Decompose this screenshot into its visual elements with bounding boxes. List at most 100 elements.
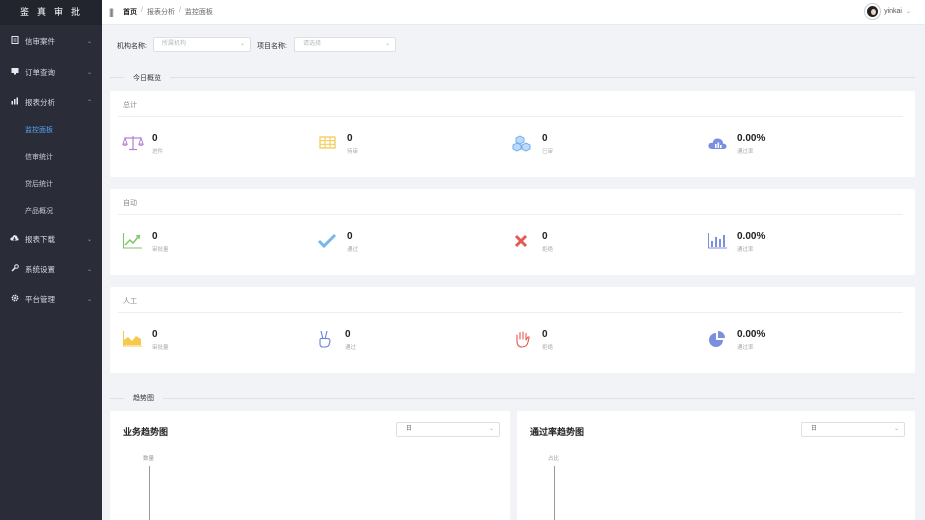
sidebar-item-label: 订单查询 xyxy=(25,67,55,77)
bar-chart-icon xyxy=(10,97,19,107)
stat-total-pending: 0 待审 xyxy=(317,133,358,155)
chevron-up-icon: ⌃ xyxy=(86,99,92,106)
stat-label: 审批量 xyxy=(152,345,169,351)
stat-value: 0 xyxy=(152,329,158,340)
stat-auto-passed: 0 通过 xyxy=(317,231,358,253)
username[interactable]: yinkai xyxy=(884,8,902,15)
breadcrumb-report-analysis[interactable]: 报表分析 xyxy=(147,7,175,17)
pass-rate-period-select[interactable]: 日 ⌄ xyxy=(801,422,905,437)
stat-value: 0 xyxy=(345,329,351,340)
sidebar-item-platform-management[interactable]: 平台管理 ⌄ xyxy=(0,289,102,309)
sidebar: 鉴真审批 信审案件 ⌄ 订单查询 ⌄ 报表分析 ⌃ 监控面板 信审统计 贷后统计… xyxy=(0,0,102,520)
victory-hand-icon xyxy=(319,330,331,348)
monitor-icon xyxy=(10,67,19,77)
stat-auto-pass-rate: 0.00% 通过率 xyxy=(707,231,765,253)
stat-label: 拒绝 xyxy=(542,247,554,253)
trend-line-icon xyxy=(122,233,142,249)
org-select-placeholder: 所属机构 xyxy=(162,41,187,47)
chevron-down-icon: ⌄ xyxy=(86,266,92,273)
overview-card-manual: 人工 0 审批量 0 通过 0 拒绝 0.00% 通过率 xyxy=(110,287,915,373)
business-trend-period-select[interactable]: 日 ⌄ xyxy=(396,422,500,437)
sidebar-item-credit-cases[interactable]: 信审案件 ⌄ xyxy=(0,31,102,51)
stat-manual-pass-rate: 0.00% 通过率 xyxy=(707,329,765,351)
card-title: 总计 xyxy=(123,102,137,109)
sidebar-subitem-product-overview[interactable]: 产品概况 xyxy=(0,201,102,221)
sidebar-item-label: 报表下载 xyxy=(25,234,55,244)
trends-section-title: 趋势图 xyxy=(133,395,154,402)
sidebar-item-label: 平台管理 xyxy=(25,294,55,304)
sidebar-subitem-credit-stats[interactable]: 信审统计 xyxy=(0,147,102,167)
stat-label: 审批量 xyxy=(152,247,169,253)
gear-icon xyxy=(10,294,19,304)
project-filter-label: 项目名称: xyxy=(257,43,287,50)
project-select[interactable]: 请选择 ⌄ xyxy=(294,37,396,52)
sidebar-subitem-post-loan-stats[interactable]: 贷后统计 xyxy=(0,174,102,194)
bar-chart-icon xyxy=(708,233,727,249)
stat-manual-volume: 0 审批量 xyxy=(122,329,169,351)
sidebar-item-system-settings[interactable]: 系统设置 ⌄ xyxy=(0,259,102,279)
pass-rate-trend-chart: 通过率趋势图 日 ⌄ 占比 xyxy=(517,411,915,520)
stat-label: 已审 xyxy=(542,149,554,155)
y-axis-name: 数量 xyxy=(143,456,155,462)
chart-title: 通过率趋势图 xyxy=(530,427,585,437)
period-value: 日 xyxy=(406,426,413,432)
avatar[interactable] xyxy=(865,4,881,19)
stat-label: 拒绝 xyxy=(542,345,554,351)
chevron-down-icon[interactable]: ⌄ xyxy=(906,8,911,15)
chart-title: 业务趋势图 xyxy=(123,427,169,437)
breadcrumb-monitor-panel: 监控面板 xyxy=(184,9,213,16)
cloud-download-icon xyxy=(10,234,19,244)
breadcrumb: 首页 / 报表分析 / 监控面板 xyxy=(123,7,213,17)
stat-auto-volume: 0 审批量 xyxy=(122,231,169,253)
user-menu[interactable]: yinkai ⌄ xyxy=(865,4,911,19)
chevron-down-icon: ⌄ xyxy=(239,41,245,47)
topbar: ||| 首页 / 报表分析 / 监控面板 yinkai ⌄ xyxy=(102,0,925,25)
overview-card-total: 总计 0 进件 0 待审 0 已审 0.00% 通过率 xyxy=(110,91,915,177)
chevron-down-icon: ⌄ xyxy=(384,41,390,47)
business-trend-chart: 业务趋势图 日 ⌄ 数量 xyxy=(110,411,510,520)
y-axis-line xyxy=(554,466,555,520)
stat-value: 0 xyxy=(347,133,353,144)
stat-label: 通过率 xyxy=(737,345,754,351)
menu-toggle-icon[interactable]: ||| xyxy=(109,7,114,17)
table-icon xyxy=(319,136,336,149)
boxes-icon xyxy=(512,135,531,152)
y-axis-name: 占比 xyxy=(548,456,560,462)
y-axis-line xyxy=(149,466,150,520)
org-select[interactable]: 所属机构 ⌄ xyxy=(153,37,251,52)
stat-value: 0 xyxy=(542,329,548,340)
overview-card-auto: 自动 0 审批量 0 通过 0 拒绝 0.00% 通过率 xyxy=(110,189,915,275)
stat-value: 0.00% xyxy=(737,231,766,242)
cloud-chart-icon xyxy=(708,138,727,149)
org-filter-label: 机构名称: xyxy=(117,43,147,50)
stat-label: 通过率 xyxy=(737,149,754,155)
sidebar-subitem-monitor-panel[interactable]: 监控面板 xyxy=(0,120,102,140)
breadcrumb-home[interactable]: 首页 xyxy=(123,7,137,17)
stop-hand-icon xyxy=(516,331,530,348)
chevron-down-icon: ⌄ xyxy=(86,236,92,243)
stat-label: 待审 xyxy=(347,149,359,155)
check-icon xyxy=(317,233,337,249)
card-title: 人工 xyxy=(123,298,137,305)
scales-icon xyxy=(122,136,144,151)
overview-section-title: 今日概览 xyxy=(133,75,161,82)
sidebar-item-report-analysis[interactable]: 报表分析 ⌃ xyxy=(0,92,102,112)
chevron-down-icon: ⌄ xyxy=(488,426,494,432)
sidebar-item-report-download[interactable]: 报表下载 ⌄ xyxy=(0,229,102,249)
chevron-down-icon: ⌄ xyxy=(86,38,92,45)
stat-value: 0 xyxy=(347,231,353,242)
stat-value: 0.00% xyxy=(737,133,766,144)
stat-value: 0 xyxy=(152,133,158,144)
stat-label: 通过率 xyxy=(737,247,754,253)
stat-value: 0 xyxy=(542,231,548,242)
sidebar-item-label: 报表分析 xyxy=(25,97,55,107)
card-title: 自动 xyxy=(123,200,137,207)
stat-total-reviewed: 0 已审 xyxy=(512,133,553,155)
sidebar-item-order-query[interactable]: 订单查询 ⌄ xyxy=(0,62,102,82)
stat-label: 进件 xyxy=(152,149,164,155)
chevron-down-icon: ⌄ xyxy=(893,426,899,432)
stat-manual-passed: 0 通过 xyxy=(315,329,356,351)
pie-chart-icon xyxy=(709,331,725,347)
wrench-icon xyxy=(10,264,19,274)
stat-label: 通过 xyxy=(345,345,357,351)
